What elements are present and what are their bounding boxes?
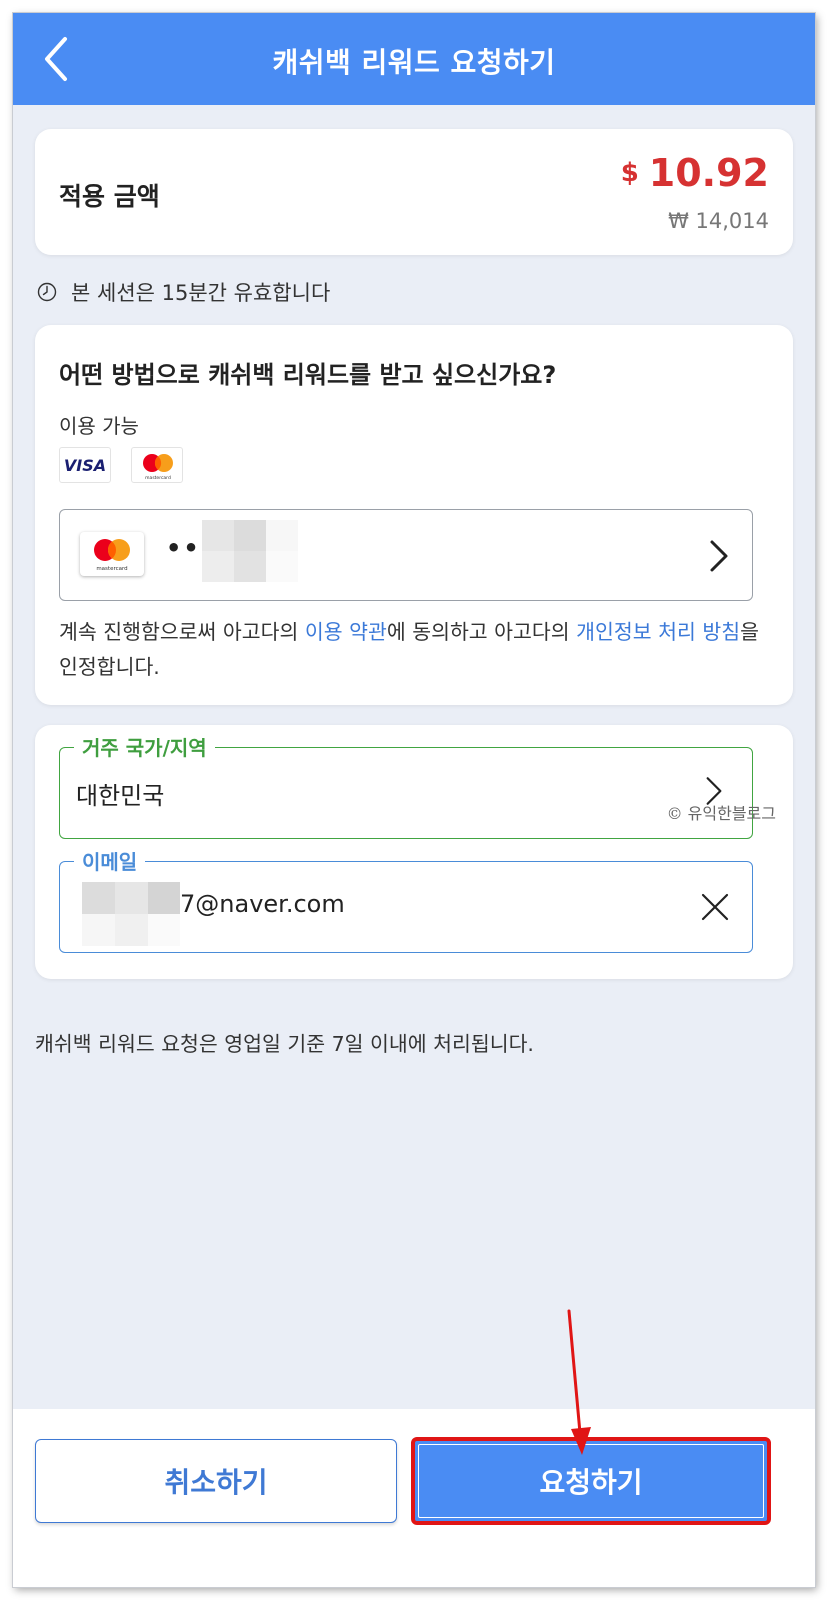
applied-amount-label: 적용 금액: [59, 182, 160, 211]
applied-amount-card: 적용 금액 $10.92 ₩ 14,014: [35, 129, 793, 255]
annotation-arrow-icon: [567, 1309, 591, 1455]
mastercard-logo: mastercard: [80, 532, 144, 576]
mastercard-logo: mastercard: [131, 447, 183, 483]
terms-text-part: 계속 진행함으로써 아고다의: [59, 620, 305, 644]
svg-text:mastercard: mastercard: [96, 566, 127, 572]
usd-symbol: $: [620, 158, 639, 188]
cancel-button[interactable]: 취소하기: [35, 1439, 397, 1523]
amount-krw: ₩ 14,014: [668, 209, 769, 233]
email-field-label: 이메일: [74, 846, 146, 875]
bottom-action-bar: 취소하기 요청하기: [13, 1409, 815, 1587]
redacted-card-number: [202, 520, 298, 582]
privacy-policy-link[interactable]: 개인정보 처리 방침: [576, 620, 740, 644]
method-question: 어떤 방법으로 캐쉬백 리워드를 받고 싶으신가요?: [59, 361, 557, 389]
close-icon[interactable]: [700, 892, 730, 922]
header-bar: 캐쉬백 리워드 요청하기: [13, 13, 815, 105]
session-text: 본 세션은 15분간 유효합니다: [71, 281, 331, 305]
processing-notice: 캐쉬백 리워드 요청은 영업일 기준 7일 이내에 처리됩니다.: [35, 1032, 534, 1056]
terms-of-use-link[interactable]: 이용 약관: [305, 620, 387, 644]
chevron-right-icon: [710, 540, 728, 572]
usd-value: 10.92: [648, 151, 769, 195]
visa-logo: VISA: [59, 447, 111, 483]
page-title: 캐쉬백 리워드 요청하기: [272, 46, 556, 79]
redacted-email: [82, 882, 180, 946]
country-value: 대한민국: [76, 782, 165, 810]
amount-usd: $10.92: [621, 151, 769, 195]
payment-method-card: 어떤 방법으로 캐쉬백 리워드를 받고 싶으신가요? 이용 가능 VISA ma…: [35, 325, 793, 705]
clock-icon: [37, 282, 57, 302]
available-label: 이용 가능: [59, 414, 139, 438]
card-selector[interactable]: mastercard ••••: [59, 509, 753, 601]
contact-form-card: 거주 국가/지역 대한민국 © 유익한블로그 이메일 7@naver.com: [35, 725, 793, 979]
terms-text-part: 에 동의하고 아고다의: [386, 620, 577, 644]
terms-text: 계속 진행함으로써 아고다의 이용 약관에 동의하고 아고다의 개인정보 처리 …: [59, 615, 759, 685]
svg-text:mastercard: mastercard: [145, 475, 171, 481]
email-value: 7@naver.com: [180, 890, 345, 918]
country-field[interactable]: 거주 국가/지역 대한민국 © 유익한블로그: [59, 732, 776, 839]
session-notice: 본 세션은 15분간 유효합니다: [37, 277, 330, 307]
app-screen: 캐쉬백 리워드 요청하기 적용 금액 $10.92 ₩ 14,014 본 세션은…: [13, 13, 815, 1587]
blog-watermark: © 유익한블로그: [666, 804, 776, 823]
email-field[interactable]: 이메일 7@naver.com: [59, 846, 753, 953]
country-field-label: 거주 국가/지역: [74, 732, 215, 761]
